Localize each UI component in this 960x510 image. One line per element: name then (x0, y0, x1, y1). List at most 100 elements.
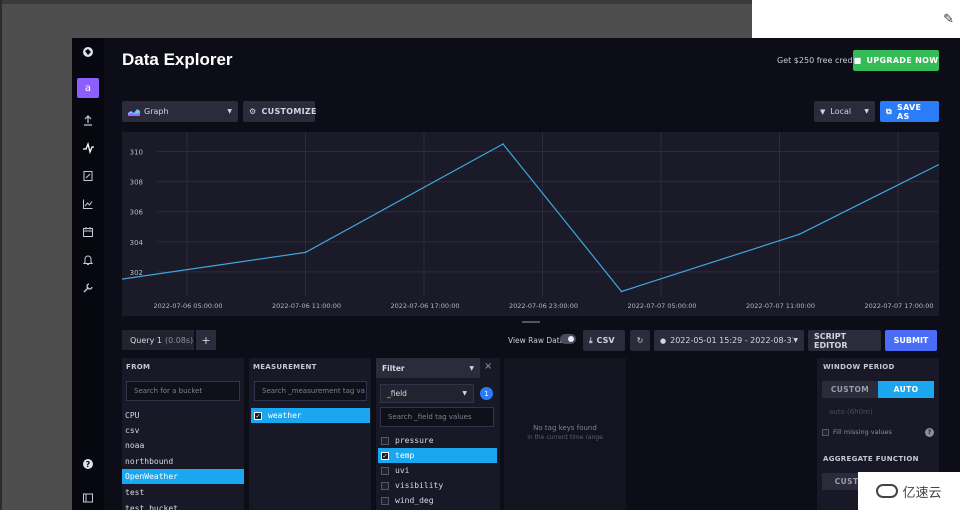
pin-icon[interactable]: ✎ (943, 12, 954, 27)
line-chart[interactable]: 310 308 306 304 302 2022-07-06 05:00:00 2022-0… (122, 132, 939, 316)
query-tab[interactable]: Query 1 (0.08s) (122, 330, 194, 350)
window-left-edge (0, 0, 2, 510)
upload-icon[interactable] (72, 110, 104, 130)
customize-button[interactable]: ⚙ CUSTOMIZE (243, 101, 317, 122)
chevron-down-icon: ▼ (793, 337, 798, 344)
sidebar-nav: a ? (72, 38, 104, 510)
query-time: (0.08s) (164, 335, 194, 345)
settings-wrench-icon[interactable] (72, 278, 104, 298)
measurement-panel: MEASUREMENT Search _measurement tag va ✓… (249, 358, 371, 510)
field-label: visibility (395, 481, 444, 490)
influx-logo-icon[interactable] (72, 42, 104, 62)
measurement-search-input[interactable]: Search _measurement tag va (254, 381, 367, 401)
timezone-dropdown[interactable]: ▼ Local ▼ (814, 101, 875, 122)
bucket-item[interactable]: test_bucket (122, 501, 244, 510)
time-range-label: 2022-05-01 15:29 - 2022-08-31... (670, 336, 794, 345)
field-item[interactable]: visibility (378, 478, 497, 493)
fill-missing-label: Fill missing values (833, 428, 892, 436)
page-title: Data Explorer (122, 50, 233, 69)
chart-svg: 3103083063043022022-07-06 05:00:00 2022-0… (122, 132, 939, 310)
free-credit-text[interactable]: Get $250 free credit (777, 56, 858, 65)
x-tick-label: 2022-07-07 17:00:00 (864, 302, 933, 310)
help-icon[interactable]: ? (72, 454, 104, 474)
checkbox-icon (381, 496, 389, 505)
bucket-search-input[interactable]: Search for a bucket (126, 381, 240, 401)
x-tick-label: 2022-07-06 23:00:00 (509, 302, 578, 310)
chevron-down-icon: ▼ (864, 108, 869, 115)
add-query-button[interactable]: + (196, 330, 216, 350)
bucket-item[interactable]: northbound (122, 454, 244, 469)
csv-button[interactable]: ⤓ CSV (583, 330, 625, 351)
submit-button[interactable]: SUBMIT (885, 330, 937, 351)
field-item[interactable]: pressure (378, 433, 497, 448)
right-white-panel: ✎ (752, 0, 960, 38)
script-editor-button[interactable]: SCRIPT EDITOR (808, 330, 881, 351)
query-tab-label: Query 1 (130, 335, 162, 345)
y-tick-label: 308 (130, 179, 143, 187)
aggregate-function-header: AGGREGATE FUNCTION (823, 455, 919, 463)
measurement-item-selected[interactable]: ✓ weather (251, 408, 370, 423)
gear-icon: ⚙ (249, 107, 257, 116)
refresh-button[interactable]: ↻ (630, 330, 650, 351)
no-tag-keys-text: No tag keys found (533, 424, 597, 432)
chevron-down-icon: ▼ (462, 390, 467, 397)
view-raw-data-toggle[interactable] (560, 334, 576, 344)
time-range-dropdown[interactable]: ● 2022-05-01 15:29 - 2022-08-31... ▼ (654, 330, 804, 351)
window-auto-button[interactable]: AUTO (878, 381, 934, 398)
graph-type-label: Graph (144, 107, 169, 116)
clock-icon: ● (660, 336, 667, 345)
field-key-dropdown[interactable]: _field ▼ (380, 384, 474, 403)
field-label: temp (395, 451, 415, 460)
alerts-icon[interactable] (72, 250, 104, 270)
data-explorer-icon[interactable] (72, 138, 104, 158)
resize-handle[interactable] (522, 321, 540, 323)
timezone-label: Local (830, 107, 852, 116)
upgrade-now-button[interactable]: ■ UPGRADE NOW (853, 50, 939, 71)
field-search-input[interactable]: Search _field tag values (380, 407, 494, 427)
filter-type-label: Filter (382, 363, 405, 373)
checkbox-icon (381, 481, 389, 490)
bucket-item[interactable]: noaa (122, 438, 244, 453)
fill-missing-checkbox[interactable]: Fill missing values (822, 428, 892, 436)
svg-text:?: ? (86, 460, 91, 469)
filter-type-dropdown[interactable]: Filter ▼ (376, 358, 480, 378)
export-icon: ⧉ (886, 106, 893, 116)
field-item[interactable]: uvi (378, 463, 497, 478)
field-label: wind_deg (395, 496, 434, 505)
measurement-label: weather (268, 411, 302, 420)
auto-window-hint: auto (6h0m) (829, 408, 873, 416)
dashboard-icon[interactable] (72, 194, 104, 214)
cloud-logo-icon (876, 484, 899, 498)
graph-type-dropdown[interactable]: Graph ▼ (122, 101, 238, 122)
measurement-header: MEASUREMENT (253, 363, 317, 371)
empty-tag-panel: No tag keys found in the current time ra… (504, 358, 626, 510)
close-icon[interactable]: × (484, 361, 492, 372)
from-panel: FROM Search for a bucket CPU csv noaa no… (122, 358, 244, 510)
help-icon[interactable]: ? (925, 428, 934, 437)
window-custom-button[interactable]: CUSTOM (822, 381, 878, 398)
bucket-item[interactable]: CPU (122, 408, 244, 423)
field-item-selected[interactable]: ✓ temp (378, 448, 497, 463)
field-item[interactable]: wind_deg (378, 493, 497, 508)
pin-icon: ▼ (820, 107, 826, 116)
collapse-icon[interactable] (72, 488, 104, 508)
bucket-item-selected[interactable]: OpenWeather (122, 469, 244, 484)
save-as-button[interactable]: ⧉ SAVE AS (880, 101, 939, 122)
tasks-icon[interactable] (72, 222, 104, 242)
avatar[interactable]: a (77, 78, 99, 98)
customize-label: CUSTOMIZE (261, 107, 317, 116)
chevron-down-icon: ▼ (227, 108, 232, 115)
bucket-item[interactable]: test (122, 485, 244, 500)
bucket-item[interactable]: csv (122, 423, 244, 438)
watermark-text: 亿速云 (902, 485, 942, 501)
filter-panel: Filter ▼ × _field ▼ 1 Search _field tag … (376, 358, 500, 510)
x-tick-label: 2022-07-06 05:00:00 (153, 302, 222, 310)
data-point (502, 143, 504, 145)
y-tick-label: 304 (130, 239, 144, 247)
notebook-icon[interactable] (72, 166, 104, 186)
y-tick-label: 306 (130, 209, 144, 217)
view-raw-data-label: View Raw Data (508, 336, 565, 345)
data-point (798, 233, 801, 236)
checkbox-icon (822, 428, 829, 436)
field-key-label: _field (387, 389, 407, 398)
